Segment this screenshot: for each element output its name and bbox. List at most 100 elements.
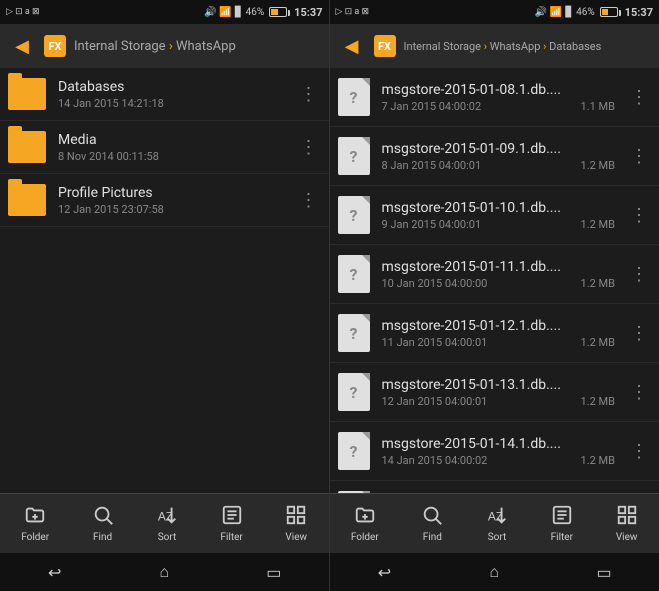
- file-date: 11 Jan 2015 04:00:01: [382, 336, 488, 349]
- file-list-right: msgstore-2015-01-08.1.db.... 7 Jan 2015 …: [330, 68, 659, 493]
- more-button[interactable]: ⋮: [627, 439, 651, 463]
- toolbar-folder-label-right: Folder: [351, 532, 379, 543]
- list-item[interactable]: msgstore-2015-01-13.1.db.... 12 Jan 2015…: [330, 363, 659, 422]
- toolbar-view-label-right: View: [616, 532, 638, 543]
- folder-add-icon: [24, 504, 46, 529]
- file-size: 1.2 MB: [581, 454, 615, 467]
- file-name: msgstore-2015-01-10.1.db....: [382, 200, 616, 216]
- more-button[interactable]: ⋮: [297, 82, 321, 106]
- time-left: 15:37: [294, 6, 322, 19]
- toolbar-sort-label-right: Sort: [488, 532, 507, 543]
- file-date: 12 Jan 2015 04:00:01: [382, 395, 488, 408]
- nav-bar-right: ↩ ⌂ ▭: [330, 553, 659, 591]
- file-meta: 12 Jan 2015 04:00:01 1.2 MB: [382, 395, 616, 408]
- file-meta: 12 Jan 2015 23:07:58: [58, 203, 285, 216]
- time-right: 15:37: [625, 6, 653, 19]
- volume-icon: 🔊: [204, 7, 216, 18]
- file-meta: 10 Jan 2015 04:00:00 1.2 MB: [382, 277, 616, 290]
- nav-back-left[interactable]: ↩: [39, 558, 71, 586]
- breadcrumb-left: Internal Storage › WhatsApp: [74, 39, 321, 54]
- file-name: msgstore-2015-01-14.1.db....: [382, 436, 616, 452]
- filter-icon: [221, 504, 243, 529]
- nav-recent-left[interactable]: ▭: [258, 558, 290, 586]
- file-info: msgstore-2015-01-09.1.db.... 8 Jan 2015 …: [382, 141, 616, 172]
- file-size: 1.2 MB: [581, 395, 615, 408]
- back-button-right[interactable]: ◀: [338, 32, 366, 60]
- more-button[interactable]: ⋮: [627, 380, 651, 404]
- panel-right: ▷ ⊡ a ⊠ 🔊 📶 ▊ 46% 15:37 ◀ FX Internal St…: [330, 0, 659, 591]
- nav-home-left[interactable]: ⌂: [148, 558, 180, 586]
- file-info: msgstore-2015-01-08.1.db.... 7 Jan 2015 …: [382, 82, 616, 113]
- more-button[interactable]: ⋮: [627, 144, 651, 168]
- battery-left: [269, 7, 287, 17]
- list-item[interactable]: msgstore-2015-01-08.1.db.... 7 Jan 2015 …: [330, 68, 659, 127]
- more-button[interactable]: ⋮: [627, 203, 651, 227]
- signal-icon: ▊: [235, 7, 243, 18]
- toolbar-filter[interactable]: Filter: [220, 504, 242, 543]
- file-name: msgstore-2015-01-08.1.db....: [382, 82, 616, 98]
- file-size: 1.2 MB: [581, 336, 615, 349]
- more-button[interactable]: ⋮: [297, 135, 321, 159]
- panel-left: ▷ ⊡ a ⊠ 🔊 📶 ▊ 46% 15:37 ◀ FX Internal St…: [0, 0, 330, 591]
- toolbar-filter-label-right: Filter: [551, 532, 573, 543]
- file-name: msgstore-2015-01-12.1.db....: [382, 318, 616, 334]
- unknown-file-icon: [338, 78, 370, 116]
- toolbar-find[interactable]: Find: [92, 504, 114, 543]
- breadcrumb-mid-right: WhatsApp: [490, 40, 541, 53]
- back-button-left[interactable]: ◀: [8, 32, 36, 60]
- toolbar-view[interactable]: View: [285, 504, 307, 543]
- status-bar-left: ▷ ⊡ a ⊠ 🔊 📶 ▊ 46% 15:37: [0, 0, 329, 24]
- sort-icon-right: AZ: [486, 504, 508, 529]
- file-meta: 14 Jan 2015 04:00:02 1.2 MB: [382, 454, 616, 467]
- toolbar-folder-label: Folder: [21, 532, 49, 543]
- battery-pct-left: 46%: [246, 7, 265, 18]
- toolbar-view-right[interactable]: View: [616, 504, 638, 543]
- list-item[interactable]: msgstore-2015-01-14.1.db.... 14 Jan 2015…: [330, 422, 659, 481]
- list-item[interactable]: msgstore-2015-01-10.1.db.... 9 Jan 2015 …: [330, 186, 659, 245]
- search-icon: [92, 504, 114, 529]
- folder-icon: [8, 184, 46, 216]
- nav-recent-right[interactable]: ▭: [588, 558, 620, 586]
- sort-icon: AZ: [156, 504, 178, 529]
- list-item[interactable]: Databases 14 Jan 2015 14:21:18 ⋮: [0, 68, 329, 121]
- toolbar-find-label-right: Find: [423, 532, 442, 543]
- status-icons-left: ▷ ⊡ a ⊠: [6, 7, 40, 17]
- unknown-file-icon: [338, 255, 370, 293]
- file-meta: 7 Jan 2015 04:00:02 1.1 MB: [382, 100, 616, 113]
- file-date: 8 Jan 2015 04:00:01: [382, 159, 482, 172]
- file-date: 7 Jan 2015 04:00:02: [382, 100, 482, 113]
- toolbar-view-label: View: [285, 532, 307, 543]
- toolbar-folder-right[interactable]: Folder: [351, 504, 379, 543]
- file-info: msgstore-2015-01-10.1.db.... 9 Jan 2015 …: [382, 200, 616, 231]
- more-button[interactable]: ⋮: [297, 188, 321, 212]
- file-info: msgstore-2015-01-14.1.db.... 14 Jan 2015…: [382, 436, 616, 467]
- toolbar-find-right[interactable]: Find: [421, 504, 443, 543]
- nav-back-right[interactable]: ↩: [368, 558, 400, 586]
- file-info: msgstore-2015-01-12.1.db.... 11 Jan 2015…: [382, 318, 616, 349]
- toolbar-folder[interactable]: Folder: [21, 504, 49, 543]
- toolbar-sort-right[interactable]: AZ Sort: [486, 504, 508, 543]
- toolbar-filter-label: Filter: [220, 532, 242, 543]
- file-name: msgstore-2015-01-11.1.db....: [382, 259, 616, 275]
- nav-home-right[interactable]: ⌂: [478, 558, 510, 586]
- list-item[interactable]: msgstore-2015-01-12.1.db.... 11 Jan 2015…: [330, 304, 659, 363]
- file-size: 1.2 MB: [581, 218, 615, 231]
- status-right-right: 🔊 📶 ▊ 46% 15:37: [534, 6, 653, 19]
- list-item[interactable]: msgstore-2015-01-11.1.db.... 10 Jan 2015…: [330, 245, 659, 304]
- breadcrumb-sep1-left: ›: [169, 39, 176, 54]
- file-date: 14 Jan 2015 04:00:02: [382, 454, 488, 467]
- list-item[interactable]: Media 8 Nov 2014 00:11:58 ⋮: [0, 121, 329, 174]
- toolbar-filter-right[interactable]: Filter: [551, 504, 573, 543]
- unknown-file-icon: [338, 137, 370, 175]
- status-bar-right: ▷ ⊡ a ⊠ 🔊 📶 ▊ 46% 15:37: [330, 0, 659, 24]
- more-button[interactable]: ⋮: [627, 321, 651, 345]
- more-button[interactable]: ⋮: [627, 85, 651, 109]
- list-item[interactable]: Profile Pictures 12 Jan 2015 23:07:58 ⋮: [0, 174, 329, 227]
- list-item[interactable]: msgstore-2015-01-09.1.db.... 8 Jan 2015 …: [330, 127, 659, 186]
- file-meta: 11 Jan 2015 04:00:01 1.2 MB: [382, 336, 616, 349]
- toolbar-sort[interactable]: AZ Sort: [156, 504, 178, 543]
- list-item[interactable]: msgstore.db.crypt8 14 Jan 2015 14:21:18 …: [330, 481, 659, 493]
- bottom-toolbar-right: Folder Find AZ Sort: [330, 493, 659, 553]
- battery-right: [600, 7, 618, 17]
- more-button[interactable]: ⋮: [627, 262, 651, 286]
